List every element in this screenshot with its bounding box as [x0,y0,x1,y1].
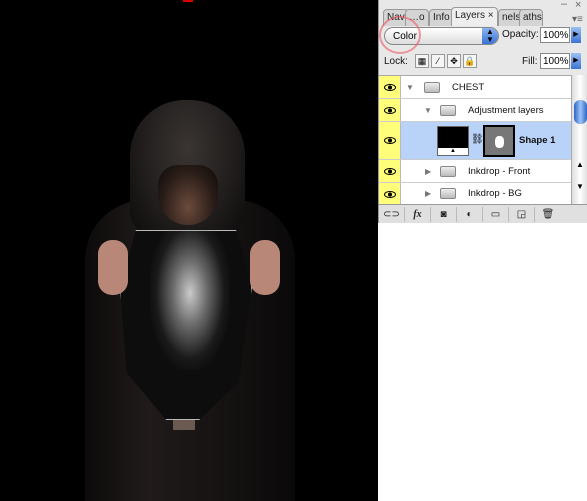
fx-icon[interactable]: fx [405,206,431,222]
layer-name: Inkdrop - BG [468,188,522,199]
folder-icon [440,105,456,116]
tab-label: nels [502,12,521,23]
layer-row-inkdrop-front[interactable]: ▶ Inkdrop - Front [379,160,571,183]
tab-layers[interactable]: Layers × [451,7,498,26]
updown-arrows-icon: ▲ ▼ [482,28,498,44]
fill-label: Fill: [522,56,538,67]
vector-mask-thumbnail[interactable] [483,125,515,157]
tab-label: Nav [387,12,405,23]
trash-icon[interactable]: 🗑 [535,207,561,222]
link-chain-icon[interactable]: ⛓ [471,134,484,145]
scroll-up-icon[interactable]: ▲ [576,160,584,169]
folder-icon [440,166,456,177]
layer-thumbnail: ▲ [437,126,469,156]
layer-row-adjustment-layers[interactable]: ▼ Adjustment layers [379,99,571,122]
visibility-eye-icon[interactable] [379,76,401,98]
expand-triangle-icon[interactable]: ▼ [406,83,414,92]
layer-name: Shape 1 [519,135,556,146]
lock-transparency-icon[interactable]: ▦ [415,54,429,68]
layers-scrollbar[interactable]: ▲ ▼ [571,75,587,204]
panel-tabs: Nav …o Info nels aths Layers × [379,6,587,26]
photo-face [158,165,218,225]
canvas-marker [183,0,193,2]
tab-label: o [419,12,425,23]
layers-list: ▼ CHEST ▼ Adjustment layers ▲ ⛓ Shape 1 … [379,75,571,205]
layer-row-chest[interactable]: ▼ CHEST [379,76,571,99]
visibility-eye-icon[interactable] [379,122,401,159]
tab-paths[interactable]: aths [519,9,543,26]
lock-move-icon[interactable]: ✥ [447,54,461,68]
layer-row-shape-1[interactable]: ▲ ⛓ Shape 1 [379,122,571,160]
fill-input[interactable]: 100% [540,53,570,69]
scroll-down-icon[interactable]: ▼ [576,182,584,191]
visibility-eye-icon[interactable] [379,160,401,182]
opacity-label: Opacity: [502,29,539,40]
fx-label: fx [413,208,422,220]
photo-left-hand [98,240,128,295]
opacity-input[interactable]: 100% [540,27,570,43]
new-layer-icon[interactable]: ◲ [509,206,535,222]
layer-name: CHEST [452,82,485,93]
tab-label: Layers [455,10,486,21]
mask-icon[interactable]: ◙ [431,206,457,222]
photo-belt-buckle [173,420,195,430]
expand-triangle-icon[interactable]: ▼ [424,106,432,115]
opacity-slider-button[interactable]: ▶ [571,27,581,43]
visibility-eye-icon[interactable] [379,99,401,121]
tab-histogram[interactable]: …o [405,9,429,26]
close-tab-icon[interactable]: × [488,10,494,21]
layer-row-inkdrop-bg[interactable]: ▶ Inkdrop - BG [379,183,571,205]
photo-right-hand [250,240,280,295]
layers-bottom-toolbar: ⊂⊃ fx ◙ ◐ ▭ ◲ 🗑 [379,204,587,223]
scrollbar-thumb[interactable] [574,100,587,124]
visibility-eye-icon[interactable] [379,183,401,205]
lock-brush-icon[interactable]: ⁄ [431,54,445,68]
lock-all-icon[interactable]: 🔒 [463,54,477,68]
lock-label: Lock: [384,56,408,67]
blend-mode-value: Color [393,31,417,42]
tab-label: aths [523,12,542,23]
inkdrop-artwork [150,230,230,370]
tab-info[interactable]: Info [429,9,454,26]
adjustment-icon[interactable]: ◐ [457,206,483,222]
folder-icon [440,188,456,199]
tab-label: Info [433,12,450,23]
layer-name: Inkdrop - Front [468,166,531,177]
collapsed-triangle-icon[interactable]: ▶ [425,167,431,176]
layers-panel: – × ▾≡ Nav …o Info nels aths Layers × Co… [378,0,587,223]
document-canvas[interactable] [0,0,378,501]
fill-slider-button[interactable]: ▶ [571,53,581,69]
blend-mode-select[interactable]: Color ▲ ▼ [384,27,499,45]
folder-icon[interactable]: ▭ [483,206,509,222]
collapsed-triangle-icon[interactable]: ▶ [425,189,431,198]
layer-name: Adjustment layers [468,105,544,116]
link-layers-icon[interactable]: ⊂⊃ [379,206,405,222]
folder-icon [424,82,440,93]
